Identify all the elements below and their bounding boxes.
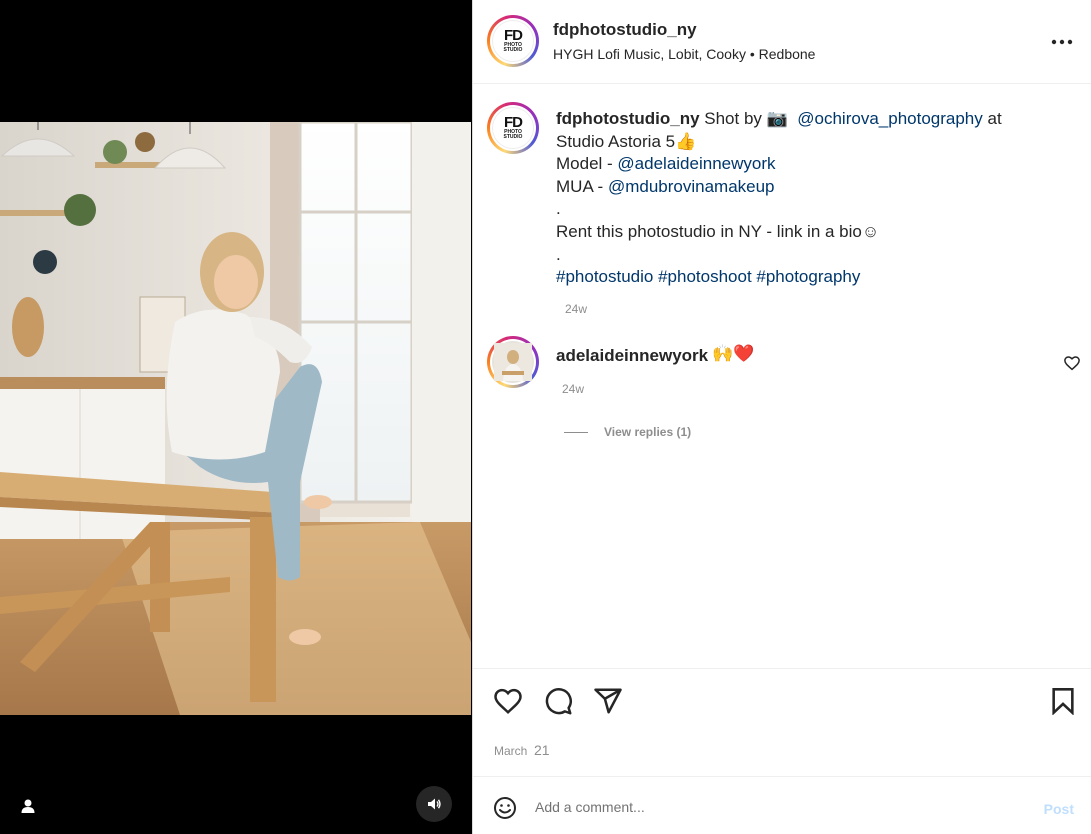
commenter-photo-icon	[492, 341, 534, 383]
post-comment-button[interactable]: Post	[1044, 801, 1074, 817]
post-modal: FD PHOTO STUDIO fdphotostudio_ny HYGH Lo…	[0, 0, 1091, 834]
user-icon	[21, 799, 35, 813]
send-icon	[594, 688, 622, 714]
view-replies-label: View replies (1)	[604, 425, 692, 439]
fd-logo-icon: FD PHOTO STUDIO	[492, 20, 534, 62]
comments-section: FD PHOTO STUDIO fdphotostudio_ny Shot by…	[473, 84, 1091, 668]
date-month: March	[494, 744, 528, 758]
comment-like-heart-icon[interactable]	[1063, 354, 1081, 372]
emoji-icon[interactable]	[493, 796, 517, 820]
caption-fragment: .	[556, 199, 561, 219]
more-options-button[interactable]	[1050, 30, 1074, 54]
mention-photographer[interactable]: @ochirova_photography	[797, 109, 983, 128]
mention-model[interactable]: @adelaideinnewyork	[617, 154, 775, 173]
caption-fragment: Studio Astoria 5👍	[556, 131, 697, 151]
post-header: FD PHOTO STUDIO fdphotostudio_ny HYGH Lo…	[473, 0, 1091, 84]
comment-icon	[545, 688, 572, 715]
caption-text: fdphotostudio_ny Shot by 📷 @ochirova_pho…	[556, 108, 1036, 289]
logo-text: STUDIO	[503, 47, 523, 53]
post-actions: March 21	[473, 668, 1091, 776]
comment-button[interactable]	[541, 684, 575, 718]
divider	[564, 431, 588, 433]
avatar[interactable]	[487, 336, 539, 388]
caption-fragment: Shot by	[699, 109, 767, 128]
heart-icon	[494, 688, 522, 714]
logo-text: FD	[504, 27, 523, 44]
post-date[interactable]: March 21	[494, 742, 550, 758]
view-replies-button[interactable]: View replies (1)	[564, 425, 691, 439]
media-pane	[0, 0, 472, 834]
fd-logo-icon: FD PHOTO STUDIO	[492, 107, 534, 149]
comment-input[interactable]	[535, 793, 1015, 821]
post-username[interactable]: fdphotostudio_ny	[553, 20, 697, 40]
mention-mua[interactable]: @mdubrovinamakeup	[608, 177, 775, 196]
camera-emoji: 📷	[766, 109, 788, 128]
avatar[interactable]: FD PHOTO STUDIO	[487, 15, 539, 67]
user-tags-button[interactable]	[14, 792, 42, 820]
hashtags[interactable]: #photostudio #photoshoot #photography	[556, 267, 860, 286]
music-info[interactable]: HYGH Lofi Music, Lobit, Cooky • Redbone	[553, 46, 815, 62]
caption-fragment: at	[982, 109, 1002, 128]
comment-text: 🙌❤️	[712, 344, 755, 363]
caption-timestamp[interactable]: 24w	[565, 302, 587, 316]
audio-toggle-button[interactable]	[416, 786, 452, 822]
logo-text: FD	[504, 114, 523, 131]
caption-username[interactable]: fdphotostudio_ny	[556, 109, 700, 128]
post-details-pane: FD PHOTO STUDIO fdphotostudio_ny HYGH Lo…	[472, 0, 1091, 834]
post-photo[interactable]	[0, 122, 471, 715]
speaker-icon	[428, 798, 441, 810]
caption-fragment: .	[556, 244, 561, 264]
date-day: 21	[534, 742, 550, 758]
caption-fragment: MUA -	[556, 176, 608, 196]
add-comment-bar: Post	[473, 776, 1091, 834]
avatar[interactable]: FD PHOTO STUDIO	[487, 102, 539, 154]
comment-username[interactable]: adelaideinnewyork	[556, 346, 708, 366]
caption-fragment: Model -	[556, 154, 618, 174]
logo-text: STUDIO	[503, 134, 523, 140]
caption-fragment: Rent this photostudio in NY - link in a …	[556, 221, 880, 241]
save-button[interactable]	[1046, 684, 1080, 718]
share-button[interactable]	[591, 684, 625, 718]
bookmark-icon	[1052, 688, 1074, 715]
comment-timestamp[interactable]: 24w	[562, 382, 584, 396]
like-button[interactable]	[491, 684, 525, 718]
more-icon	[1051, 39, 1073, 45]
